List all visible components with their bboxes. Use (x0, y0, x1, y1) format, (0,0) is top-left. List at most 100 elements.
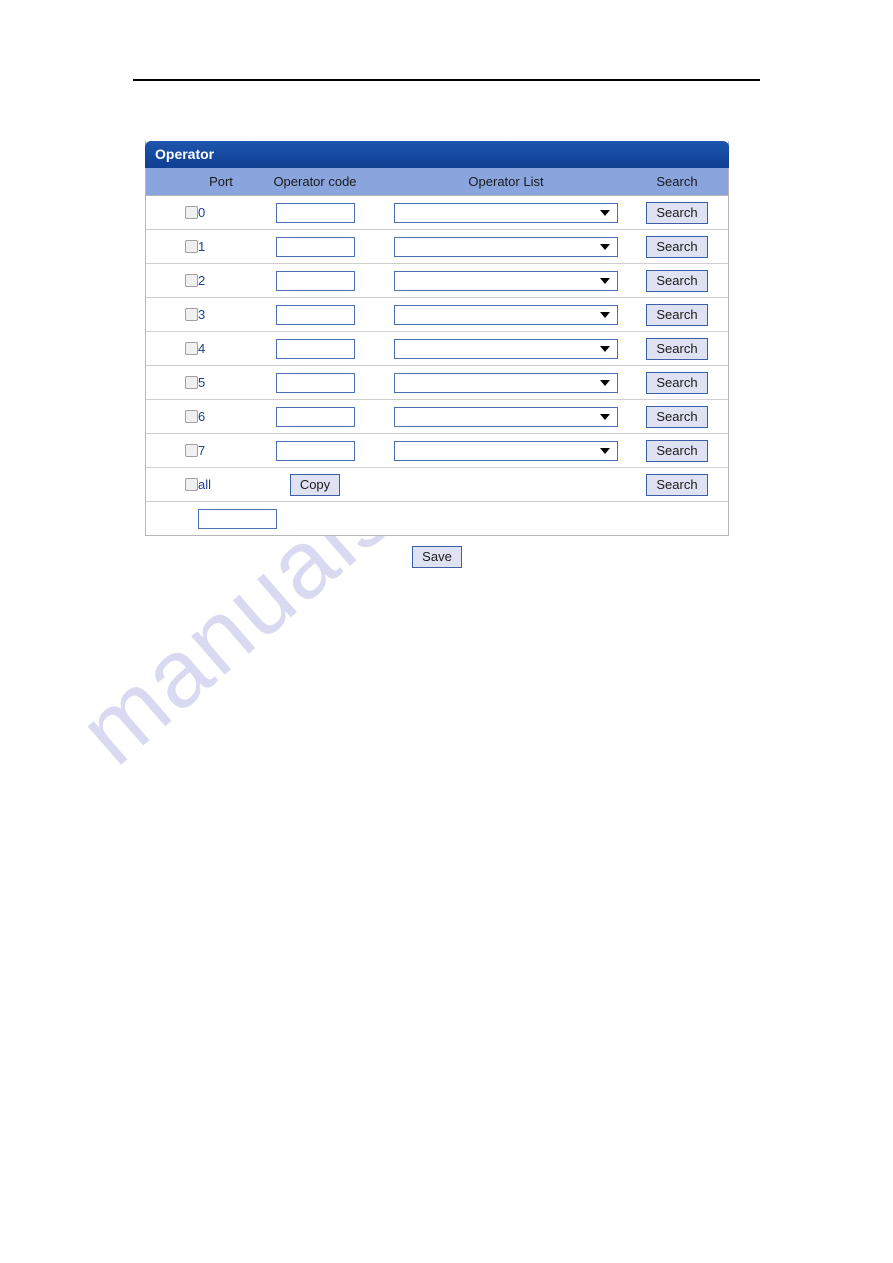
operator-code-input[interactable] (275, 338, 355, 359)
search-cell: Search (626, 365, 728, 400)
copy-button[interactable]: Copy (289, 473, 341, 496)
search-button[interactable]: Search (646, 235, 708, 258)
search-button[interactable]: Search (646, 439, 708, 462)
table-row: 3 Search (146, 297, 728, 332)
extra-empty-cell-1 (146, 501, 198, 535)
table-row: 6 Search (146, 399, 728, 434)
table-row: 5 Search (146, 365, 728, 400)
row-checkbox[interactable] (185, 443, 198, 457)
port-label: 4 (198, 331, 244, 366)
operator-list-select[interactable] (394, 338, 618, 359)
operator-code-cell (244, 365, 386, 400)
search-button-all[interactable]: Search (646, 473, 708, 496)
search-cell: Search (626, 263, 728, 298)
port-label: 7 (198, 433, 244, 468)
chevron-down-icon (600, 413, 610, 420)
operator-list-cell-empty (386, 467, 626, 502)
operator-list-select[interactable] (394, 304, 618, 325)
extra-empty-cell-3 (626, 501, 728, 535)
column-header-search: Search (626, 168, 728, 196)
operator-code-cell (244, 433, 386, 468)
row-select-cell (146, 467, 198, 502)
port-label-all: all (198, 467, 244, 502)
row-select-cell (146, 297, 198, 332)
row-select-cell (146, 331, 198, 366)
row-checkbox[interactable] (185, 375, 198, 389)
operator-code-input[interactable] (275, 440, 355, 461)
operator-list-cell (386, 195, 626, 230)
row-checkbox[interactable] (185, 273, 198, 287)
operator-list-cell (386, 399, 626, 434)
extra-empty-cell-2 (386, 501, 626, 535)
table-row-extra (146, 501, 728, 535)
row-checkbox-all[interactable] (185, 477, 198, 491)
port-label: 6 (198, 399, 244, 434)
operator-code-input[interactable] (275, 372, 355, 393)
row-checkbox[interactable] (185, 409, 198, 423)
search-cell: Search (626, 433, 728, 468)
column-header-select (146, 168, 198, 196)
search-cell: Search (626, 399, 728, 434)
table-header-row: Port Operator code Operator List Search (146, 168, 728, 196)
row-checkbox[interactable] (185, 341, 198, 355)
operator-code-input[interactable] (275, 304, 355, 325)
operator-code-input[interactable] (275, 202, 355, 223)
operator-list-select[interactable] (394, 236, 618, 257)
operator-list-cell (386, 263, 626, 298)
table-row: 4 Search (146, 331, 728, 366)
operator-code-cell (244, 195, 386, 230)
row-select-cell (146, 433, 198, 468)
operator-list-select[interactable] (394, 270, 618, 291)
table-row: 1 Search (146, 229, 728, 264)
port-label: 2 (198, 263, 244, 298)
column-header-operator-code: Operator code (244, 168, 386, 196)
chevron-down-icon (600, 447, 610, 454)
extra-operator-code-input[interactable] (198, 508, 277, 529)
row-select-cell (146, 263, 198, 298)
operator-code-cell (244, 399, 386, 434)
column-header-operator-list: Operator List (386, 168, 626, 196)
operator-code-cell (244, 263, 386, 298)
row-select-cell (146, 229, 198, 264)
search-button[interactable]: Search (646, 337, 708, 360)
row-checkbox[interactable] (185, 205, 198, 219)
search-cell: Search (626, 195, 728, 230)
save-button[interactable]: Save (412, 546, 462, 568)
chevron-down-icon (600, 209, 610, 216)
chevron-down-icon (600, 311, 610, 318)
row-select-cell (146, 399, 198, 434)
row-checkbox[interactable] (185, 307, 198, 321)
operator-list-select[interactable] (394, 372, 618, 393)
operator-code-input[interactable] (275, 270, 355, 291)
port-label: 5 (198, 365, 244, 400)
search-button[interactable]: Search (646, 371, 708, 394)
operator-code-cell (244, 331, 386, 366)
row-select-cell (146, 365, 198, 400)
operator-list-select[interactable] (394, 440, 618, 461)
operator-code-input[interactable] (275, 406, 355, 427)
row-select-cell (146, 195, 198, 230)
port-label: 0 (198, 195, 244, 230)
port-label: 1 (198, 229, 244, 264)
operator-code-cell (244, 297, 386, 332)
search-button[interactable]: Search (646, 201, 708, 224)
operator-list-select[interactable] (394, 202, 618, 223)
table-row: 7 Search (146, 433, 728, 468)
row-checkbox[interactable] (185, 239, 198, 253)
copy-cell: Copy (244, 467, 386, 502)
operator-table: Port Operator code Operator List Search … (146, 168, 728, 535)
chevron-down-icon (600, 277, 610, 284)
operator-code-cell (244, 229, 386, 264)
table-row: 2 Search (146, 263, 728, 298)
chevron-down-icon (600, 379, 610, 386)
save-button-container: Save (145, 546, 729, 568)
search-button[interactable]: Search (646, 405, 708, 428)
search-cell: Search (626, 467, 728, 502)
operator-code-input[interactable] (275, 236, 355, 257)
chevron-down-icon (600, 243, 610, 250)
operator-list-cell (386, 297, 626, 332)
search-button[interactable]: Search (646, 303, 708, 326)
operator-list-select[interactable] (394, 406, 618, 427)
port-label: 3 (198, 297, 244, 332)
search-button[interactable]: Search (646, 269, 708, 292)
